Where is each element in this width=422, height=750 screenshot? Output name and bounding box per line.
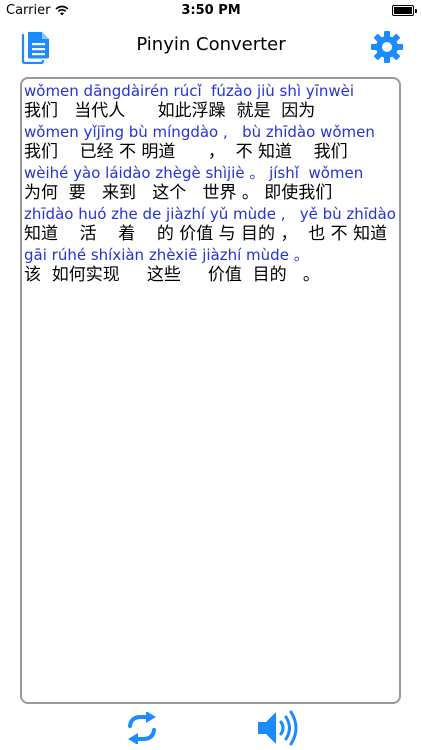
text-line-group-2: wǒmen yǐjīng bù míngdào , bù zhīdào wǒme…: [24, 122, 397, 163]
text-line-group-3: wèihé yào láidào zhègè shìjiè 。 jíshǐ wǒ…: [24, 163, 397, 204]
status-bar: Carrier 3:50 PM: [0, 0, 422, 22]
status-time: 3:50 PM: [181, 3, 241, 18]
nav-bar: Pinyin Converter: [0, 22, 422, 68]
text-line-group-5: gāi rúhé shíxiàn zhèxiē jiàzhí mùde 。 该 …: [24, 245, 397, 286]
text-line-group-4: zhīdào huó zhe de jiàzhí yǔ mùde , yě bù…: [24, 204, 397, 245]
page-title: Pinyin Converter: [136, 34, 286, 55]
converted-text-area[interactable]: wǒmen dāngdàirén rúcǐ fúzào jiù shì yīnw…: [20, 77, 401, 704]
pinyin-line: zhīdào huó zhe de jiàzhí yǔ mùde , yě bù…: [24, 205, 396, 223]
bottom-toolbar: [0, 705, 422, 750]
pinyin-line: wǒmen dāngdàirén rúcǐ fúzào jiù shì yīnw…: [24, 82, 355, 100]
hanzi-line: 知道 活 着 的 价值 与 目的 ， 也 不 知道: [24, 224, 388, 244]
pinyin-line: wǒmen yǐjīng bù míngdào , bù zhīdào wǒme…: [24, 123, 375, 141]
battery-fill: [394, 7, 412, 14]
speaker-icon[interactable]: [256, 709, 302, 747]
hanzi-line: 为何 要 来到 这个 世界 。 即使我们: [24, 183, 333, 203]
gear-icon[interactable]: [370, 30, 404, 64]
refresh-icon[interactable]: [125, 712, 159, 744]
app-screen: Carrier 3:50 PM Pinyin Converter wǒmen d…: [0, 0, 422, 750]
hanzi-line: 我们 当代人 如此浮躁 就是 因为: [24, 101, 316, 121]
pinyin-line: gāi rúhé shíxiàn zhèxiē jiàzhí mùde 。: [24, 246, 309, 264]
hanzi-line: 我们 已经 不 明道 ， 不 知道 我们: [24, 142, 348, 162]
text-line-group-1: wǒmen dāngdàirén rúcǐ fúzào jiù shì yīnw…: [24, 81, 397, 122]
hanzi-line: 该 如何实现 这些 价值 目的 。: [24, 265, 320, 285]
pinyin-line: wèihé yào láidào zhègè shìjiè 。 jíshǐ wǒ…: [24, 164, 364, 182]
battery-icon: [392, 5, 417, 16]
